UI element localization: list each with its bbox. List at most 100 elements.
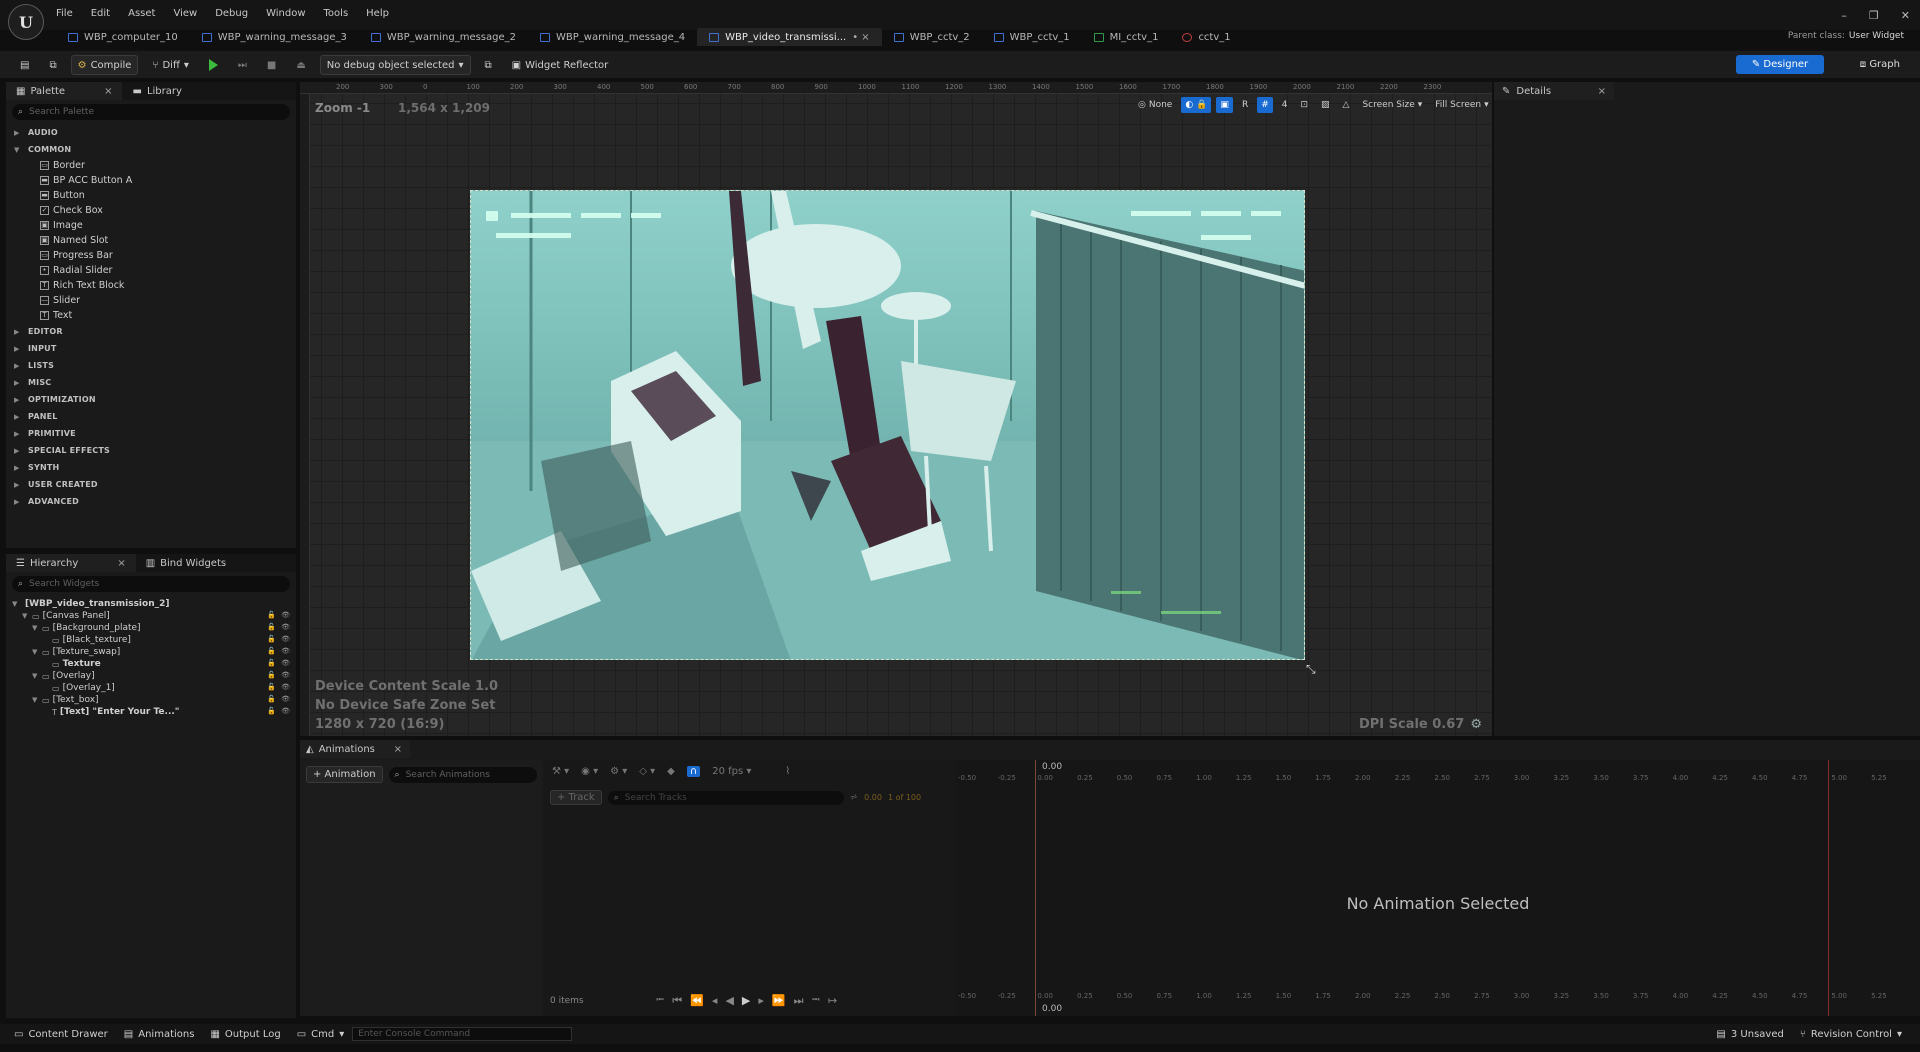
menu-item-file[interactable]: File [56,8,73,19]
grid-snap-button[interactable]: # [1257,97,1273,113]
palette-category[interactable]: ▶ SYNTH [6,459,296,476]
lock-icon[interactable]: 🔓 [267,623,276,631]
chevron-down-icon[interactable]: ▼ [32,672,42,680]
lock-icon[interactable]: 🔓 [267,647,276,655]
playhead[interactable] [1035,760,1036,1016]
palette-item[interactable]: T Text [6,308,296,323]
palette-category[interactable]: ▶ USER CREATED [6,476,296,493]
chevron-down-icon[interactable]: ▼ [12,600,22,608]
document-tab[interactable]: WBP_cctv_1 [982,28,1082,46]
document-tab[interactable]: MI_cctv_1 [1082,28,1171,46]
curve-icon[interactable]: ⌇ [785,766,790,777]
debug-browse-icon[interactable]: ⧉ [479,55,498,75]
palette-item[interactable]: T Rich Text Block [6,278,296,293]
hierarchy-row[interactable]: ▭ Texture 🔓 👁 [6,658,296,670]
step-button[interactable]: ⏭ [232,55,253,75]
output-log-button[interactable]: ▦ Output Log [202,1024,288,1044]
palette-category[interactable]: ▶ PRIMITIVE [6,425,296,442]
chevron-down-icon[interactable]: ▼ [32,624,42,632]
current-frame-field[interactable]: 0.00 [864,793,882,802]
next-key-icon[interactable]: ⏭ [794,994,804,1008]
debug-object-select[interactable]: No debug object selected ▾ [319,55,471,75]
palette-category[interactable]: ▶ PANEL [6,408,296,425]
hierarchy-row[interactable]: T [Text] "Enter Your Te..." 🔓 👁 [6,706,296,718]
lock-icon[interactable]: 🔓 [267,611,276,619]
hierarchy-row[interactable]: ▼ ▭ [Overlay] 🔓 👁 [6,670,296,682]
step-forward-icon[interactable]: ⏩ [772,994,786,1007]
fill-screen-dropdown[interactable]: Fill Screen ▾ [1431,97,1492,113]
compile-button[interactable]: ⚙ Compile [70,55,139,75]
visibility-icon[interactable]: ◉ ▾ [581,766,598,777]
visibility-icon[interactable]: 👁 [281,707,290,715]
lock-icon[interactable]: 🔓 [267,695,276,703]
frame-count-field[interactable]: 1 of 100 [888,793,921,802]
outline-icon[interactable]: ⊡ [1296,97,1312,113]
close-icon[interactable]: × [104,86,112,97]
lock-icon[interactable]: 🔓 [267,683,276,691]
palette-category[interactable]: ▶ MISC [6,374,296,391]
tab-animations[interactable]: ◭ Animations × [300,740,410,758]
document-tab[interactable]: WBP_computer_10 [56,28,190,46]
r-toggle-button[interactable]: R [1238,97,1252,113]
document-tab[interactable]: WBP_video_transmissi... • × [697,28,882,46]
palette-category[interactable]: ▼ COMMON [6,141,296,158]
hierarchy-row[interactable]: ▼ ▭ [Text_box] 🔓 👁 [6,694,296,706]
stop-button[interactable]: ■ [261,55,282,75]
play-icon[interactable]: ▶ [742,994,750,1007]
cctv-texture-preview[interactable] [470,190,1305,660]
animations-drawer-button[interactable]: ▤ Animations [116,1024,203,1044]
hierarchy-search[interactable]: ⌕ Search Widgets [12,576,290,592]
track-search[interactable]: ⌕ Search Tracks [607,790,844,805]
diff-button[interactable]: ⑂ Diff ▾ [146,55,194,75]
add-animation-button[interactable]: + Animation [306,766,383,783]
visibility-icon[interactable]: 👁 [281,611,290,619]
palette-category[interactable]: ▶ LISTS [6,357,296,374]
menu-item-help[interactable]: Help [366,8,389,19]
snap-icon[interactable]: ∩ [686,766,701,777]
unsaved-button[interactable]: ▤ 3 Unsaved [1708,1024,1791,1044]
lock-icon[interactable]: 🔓 [267,659,276,667]
palette-category[interactable]: ▶ SPECIAL EFFECTS [6,442,296,459]
filter-icon[interactable]: ⩫ [850,792,858,803]
document-tab[interactable]: WBP_cctv_2 [882,28,982,46]
save-icon[interactable]: ▤ [14,55,35,75]
hierarchy-row[interactable]: ▭ [Black_texture] 🔓 👁 [6,634,296,646]
reverse-icon[interactable]: ◀ [725,994,733,1007]
visibility-icon[interactable]: 👁 [281,695,290,703]
hierarchy-row[interactable]: ▭ [Overlay_1] 🔓 👁 [6,682,296,694]
chevron-down-icon[interactable]: ▼ [32,648,42,656]
lock-icon[interactable]: 🔓 [267,635,276,643]
menu-item-tools[interactable]: Tools [324,8,349,19]
designer-button[interactable]: ✎ Designer [1736,55,1824,74]
hierarchy-row[interactable]: ▼ [WBP_video_transmission_2] [6,598,296,610]
cmd-dropdown[interactable]: ▭ Cmd ▾ [289,1024,353,1044]
visibility-icon[interactable]: 👁 [281,635,290,643]
chevron-down-icon[interactable]: ▼ [32,696,42,704]
document-tab[interactable]: cctv_1 [1170,28,1242,46]
eject-button[interactable]: ⏏ [290,55,311,75]
screen-size-dropdown[interactable]: Screen Size ▾ [1358,97,1426,113]
palette-item[interactable]: — Slider [6,293,296,308]
next-frame-icon[interactable]: ▸ [758,994,764,1007]
prev-frame-icon[interactable]: ◂ [712,994,718,1007]
chevron-down-icon[interactable]: ▼ [22,612,32,620]
menu-item-view[interactable]: View [173,8,197,19]
document-tab[interactable]: WBP_warning_message_4 [528,28,697,46]
transform-icon[interactable]: ⚒ ▾ [552,766,569,777]
visibility-icon[interactable]: 👁 [281,671,290,679]
restore-icon[interactable]: ❐ [1869,9,1879,22]
visibility-icon[interactable]: 👁 [281,647,290,655]
lock-icon[interactable]: 🔓 [267,671,276,679]
close-icon[interactable]: ✕ [1901,9,1910,22]
document-tab[interactable]: WBP_warning_message_3 [190,28,359,46]
content-drawer-button[interactable]: ▭ Content Drawer [6,1024,116,1044]
close-icon[interactable]: × [1598,86,1606,97]
keyframe-icon[interactable]: ◇ ▾ [639,766,655,777]
palette-item[interactable]: ▣ Named Slot [6,233,296,248]
fps-dropdown[interactable]: 20 fps ▾ [712,766,751,777]
palette-category[interactable]: ▶ AUDIO [6,124,296,141]
hierarchy-row[interactable]: ▼ ▭ [Background_plate] 🔓 👁 [6,622,296,634]
visibility-icon[interactable]: 👁 [281,683,290,691]
widget-reflector-button[interactable]: ▣ Widget Reflector [506,55,615,75]
sequencer-timeline[interactable]: -0.50 -0.25 0.00 0.25 0.50 0.75 1.00 1.25 1.50 1.… [956,760,1920,1016]
